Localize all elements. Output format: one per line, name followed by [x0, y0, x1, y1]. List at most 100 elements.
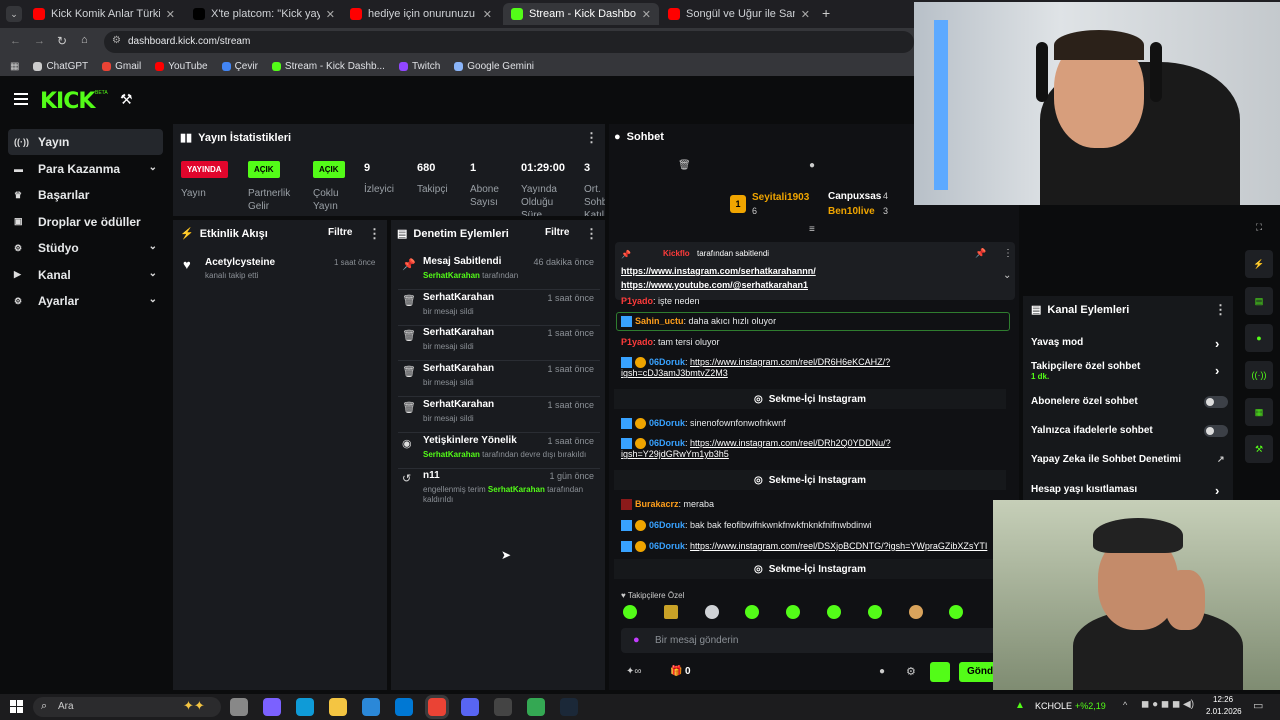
browser-tab[interactable]: Stream - Kick Dashboard ✕	[503, 3, 659, 25]
back-icon[interactable]: ←	[10, 35, 21, 47]
file-explorer-icon[interactable]	[329, 698, 347, 716]
emote-picker-icon[interactable]	[930, 662, 950, 682]
chevron-right-icon[interactable]: ›	[1215, 336, 1219, 351]
emote-icon[interactable]	[867, 605, 882, 619]
apps-icon[interactable]: ▦	[10, 61, 19, 72]
instagram-embed-button[interactable]: ◎ Sekme-İçi Instagram	[614, 389, 1006, 409]
discord-icon[interactable]	[461, 698, 479, 716]
store-icon[interactable]	[362, 698, 380, 716]
notification-icon[interactable]: ▭	[1253, 699, 1263, 712]
menu-icon[interactable]	[14, 93, 28, 105]
chat-username[interactable]: 06Doruk	[649, 520, 685, 530]
outlook-icon[interactable]	[395, 698, 413, 716]
tab-close-icon[interactable]: ✕	[326, 8, 335, 21]
sidebar-item[interactable]: ▬ Para Kazanma ⌄	[8, 156, 163, 182]
bookmark-item[interactable]: Google Gemini	[454, 61, 534, 72]
moderation-user[interactable]: SerhatKarahan	[423, 271, 480, 280]
top-user-3[interactable]: Ben10live	[828, 206, 875, 217]
gift-icon[interactable]: 🎁	[670, 666, 682, 677]
emote-icon[interactable]	[663, 605, 678, 619]
windows-start-icon[interactable]	[10, 700, 23, 713]
tab-close-icon[interactable]: ✕	[642, 8, 651, 21]
chat-link-cont[interactable]: igsh=cDJ3amJ3bmtvZ2M3	[621, 368, 890, 378]
url-field[interactable]: ⚙ dashboard.kick.com/stream	[104, 31, 914, 53]
browser-tab[interactable]: Songül ve Uğur ile Sana Değer ✕	[660, 3, 818, 25]
sidebar-item[interactable]: ▶ Kanal ⌄	[8, 262, 163, 288]
chat-settings-bubble-icon[interactable]: ●	[879, 666, 885, 677]
chat-username[interactable]: 06Doruk	[649, 418, 685, 428]
chevron-down-icon[interactable]: ⌄	[149, 162, 157, 173]
moderation-filter-button[interactable]: Filtre	[545, 227, 569, 238]
channel-actions-menu-icon[interactable]: ⋮	[1214, 302, 1227, 318]
home-icon[interactable]: ⌂	[81, 34, 88, 46]
channel-action-row[interactable]: Hesap yaşı kısıtlaması ›	[1031, 483, 1231, 498]
chat-link[interactable]: https://www.instagram.com/reel/DR6H6eKCA…	[690, 357, 890, 367]
chat-input[interactable]: ● Bir mesaj gönderin	[621, 628, 999, 653]
tab-search-button[interactable]: ⌄	[6, 6, 22, 22]
moderation-menu-icon[interactable]: ⋮	[585, 226, 598, 242]
chat-username[interactable]: Sahin_uctu	[635, 316, 684, 326]
chat-username[interactable]: P1yado	[621, 337, 653, 347]
chat-link[interactable]: https://www.instagram.com/reel/DRh2Q0YDD…	[690, 438, 891, 448]
tab-close-icon[interactable]: ✕	[483, 8, 492, 21]
pinned-link-instagram[interactable]: https://www.instagram.com/serhatkarahann…	[621, 266, 816, 276]
activity-menu-icon[interactable]: ⋮	[368, 226, 381, 242]
pinned-menu-icon[interactable]: ⋮	[1003, 248, 1013, 259]
collapse-icon[interactable]: ≡	[809, 224, 815, 235]
chat-bubble-icon[interactable]: ●	[809, 160, 815, 171]
chevron-down-icon[interactable]: ⌄	[149, 268, 157, 279]
chevron-down-icon[interactable]: ⌄	[149, 294, 157, 305]
external-link-icon[interactable]: ↗	[1217, 454, 1225, 465]
unpin-icon[interactable]: 📌	[975, 248, 986, 259]
edge-icon[interactable]	[296, 698, 314, 716]
emote-icon[interactable]	[704, 605, 719, 619]
forward-icon[interactable]: →	[34, 35, 45, 47]
tray-chevron-icon[interactable]: ^	[1123, 700, 1127, 710]
chat-username[interactable]: 06Doruk	[649, 438, 685, 448]
steam-icon[interactable]	[560, 698, 578, 716]
tab-close-icon[interactable]: ✕	[801, 8, 810, 21]
emote-icon[interactable]	[623, 605, 637, 619]
chevron-down-icon[interactable]: ⌄	[1003, 270, 1011, 281]
chat-username[interactable]: Burakacrz	[635, 499, 679, 509]
chat-username[interactable]: P1yado	[621, 296, 653, 306]
activity-filter-button[interactable]: Filtre	[328, 227, 352, 238]
sidebar-item[interactable]: ⚙ Stüdyo ⌄	[8, 235, 163, 261]
infinity-icon[interactable]: ✦∞	[626, 666, 642, 677]
taskbar-search[interactable]: ⌕ Ara ✦✦	[33, 697, 221, 717]
instagram-embed-button[interactable]: ◎ Sekme-İçi Instagram	[614, 559, 1006, 579]
chevron-down-icon[interactable]: ⌄	[149, 241, 157, 252]
fullscreen-button[interactable]: ⛶	[1245, 213, 1273, 241]
obs-icon[interactable]	[494, 698, 512, 716]
broadcast-button[interactable]: ((·))	[1245, 361, 1273, 389]
bolt-button[interactable]: ⚡	[1245, 250, 1273, 278]
activity-user[interactable]: Acetylcysteine	[205, 257, 275, 268]
clipboard-button[interactable]: ▤	[1245, 287, 1273, 315]
site-info-icon[interactable]: ⚙	[112, 35, 121, 46]
chat-username[interactable]: 06Doruk	[649, 357, 685, 367]
moderation-user[interactable]: SerhatKarahan	[423, 450, 480, 459]
channel-action-row[interactable]: Takipçilere özel sohbet 1 dk. ›	[1031, 361, 1231, 381]
kick-logo[interactable]: KICK	[40, 89, 95, 114]
channel-action-row[interactable]: Yapay Zeka ile Sohbet Denetimi ↗	[1031, 454, 1231, 465]
top-user-1[interactable]: Seyitali1903	[752, 192, 809, 203]
toggle-switch[interactable]	[1204, 425, 1228, 437]
sidebar-item[interactable]: ♛ Başarılar	[8, 182, 163, 208]
bookmark-item[interactable]: Çevir	[221, 61, 258, 72]
emote-icon[interactable]	[827, 605, 841, 619]
copilot-icon[interactable]	[263, 698, 281, 716]
chat-link[interactable]: https://www.instagram.com/reel/DSXjoBCDN…	[690, 541, 987, 551]
sidebar-item[interactable]: ((·)) Yayın	[8, 129, 163, 155]
chat-button[interactable]: ●	[1245, 324, 1273, 352]
bookmark-item[interactable]: Twitch	[398, 61, 440, 72]
browser-tab[interactable]: hediye için onurunuzu şerefini ✕	[342, 3, 500, 25]
new-tab-button[interactable]: +	[822, 5, 830, 21]
server-button[interactable]: ▦	[1245, 398, 1273, 426]
chrome-icon[interactable]	[428, 698, 446, 716]
bookmark-item[interactable]: ChatGPT	[33, 61, 88, 72]
instagram-embed-button[interactable]: ◎ Sekme-İçi Instagram	[614, 470, 1006, 490]
moderation-user[interactable]: SerhatKarahan	[488, 485, 545, 494]
emote-icon[interactable]	[908, 605, 923, 619]
wrench-button[interactable]: ⚒	[1245, 435, 1273, 463]
bookmark-item[interactable]: YouTube	[155, 61, 208, 72]
